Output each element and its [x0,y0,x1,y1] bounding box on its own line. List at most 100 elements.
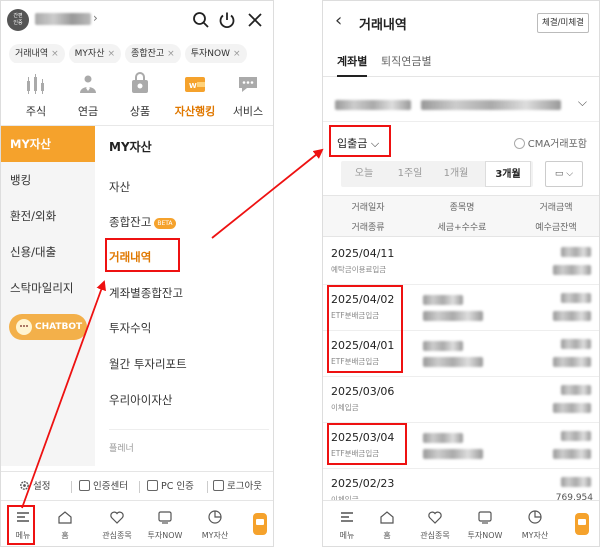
heart-icon [110,511,124,524]
col-fee: 세금+수수료 [437,223,487,233]
amount-blurred [561,477,591,487]
tab-my-assets[interactable]: MY자산 [193,507,237,543]
close-icon[interactable]: × [51,49,59,59]
row-date: 2025/02/23 [331,477,395,490]
period-1month[interactable]: 1개월 [433,161,479,187]
close-icon[interactable]: × [167,49,175,59]
cert-icon [79,480,90,491]
amount-blurred [561,293,591,303]
chatbot-icon [16,319,32,335]
back-icon[interactable]: ‹ [335,10,342,31]
period-3months[interactable]: 3개월 [485,161,531,187]
category-pension[interactable]: 연금 [61,69,115,121]
menu-item-planner[interactable]: 플레너 [109,441,134,454]
category-label: 주식 [25,105,47,118]
close-icon[interactable]: × [233,49,241,59]
chatbot-button[interactable]: CHATBOT [9,314,87,340]
chip[interactable]: 종합잔고 × [125,44,181,63]
close-icon[interactable]: × [108,49,116,59]
tab-by-pension[interactable]: 퇴직연금별 [381,53,432,77]
highlight-box [327,423,407,465]
item-blurred [423,341,463,351]
category-stock[interactable]: 주식 [9,69,63,121]
category-product[interactable]: 상품 [113,69,167,121]
home-icon [58,511,72,524]
tab-watchlist[interactable]: 관심종목 [95,507,139,543]
category-label: 상품 [129,105,151,118]
chip-label: 종합잔고 [131,49,165,59]
chevron-down-icon[interactable]: ⌵ [578,95,587,110]
period-1week[interactable]: 1주일 [387,161,433,187]
highlight-box [7,505,35,545]
sidebar-item-my-assets[interactable]: MY자산 [1,126,95,162]
tab-home[interactable]: 홈 [43,507,87,543]
tab-my-assets[interactable]: MY자산 [513,507,557,543]
chip[interactable]: 투자NOW × [184,44,247,63]
chip[interactable]: 거래내역 × [9,44,65,63]
tab-label: 홈 [61,531,69,540]
menu-item-account-balance[interactable]: 계좌별종합잔고 [109,283,183,303]
type-dropdown[interactable]: 입출금 ⌵ [337,135,379,151]
sidebar-item-stock-mileage[interactable]: 스탁마일리지 [1,270,95,306]
chevron-right-icon[interactable]: › [93,11,98,25]
user-name-blurred[interactable] [35,13,91,25]
fee-blurred [423,311,483,321]
cert-center-link[interactable]: 인증센터 [79,479,128,495]
sidebar: MY자산 뱅킹 환전/외화 신용/대출 스탁마일리지 CHATBOT [1,126,95,466]
pie-icon [208,510,222,524]
category-label: 서비스 [232,105,264,118]
calendar-icon[interactable]: ▭ ⌵ [545,161,583,187]
power-icon[interactable] [217,10,237,30]
svg-text:W: W [189,82,197,90]
pie-icon [528,510,542,524]
monitor-icon [147,480,158,491]
tab-invest-now[interactable]: 투자NOW [463,507,507,543]
logout-link[interactable]: 로그아웃 [213,479,262,495]
cma-toggle[interactable]: CMA거래포함 [513,135,587,150]
menu-item-kids-assets[interactable]: 우리아이자산 [109,390,172,410]
close-icon[interactable] [245,10,265,30]
cma-label: CMA거래포함 [527,139,587,150]
sidebar-item-credit[interactable]: 신용/대출 [1,234,95,270]
period-today[interactable]: 오늘 [341,161,387,187]
quick-action-button[interactable] [253,513,267,535]
executed-button[interactable]: 체결/미체결 [537,13,589,33]
tab-by-account[interactable]: 계좌별 [337,53,368,77]
tab-bar: 계좌별 퇴직연금별 [323,45,599,77]
category-label: 연금 [77,105,99,118]
col-item: 종목명 [449,203,475,213]
chip[interactable]: MY자산 × [68,44,122,63]
tab-home[interactable]: 홈 [365,507,409,543]
home-icon [380,511,394,524]
row-type: 이체입금 [331,403,359,412]
account-number-blurred [335,100,411,110]
col-amount: 거래금액 [539,203,573,213]
category-service[interactable]: 서비스 [221,69,273,121]
divider [323,121,599,122]
col-balance: 예수금잔액 [535,223,577,233]
account-selector[interactable]: ⌵ [335,95,589,115]
tab-menu[interactable]: 메뉴 [325,507,369,543]
left-screen: 간편 인증 › 거래내역 × MY자산 × 종합잔고 × 투자NOW × 주식 연금 상품 W … [0,0,274,547]
tab-label: MY자산 [521,531,549,540]
avatar-text: 간편 [13,13,23,19]
pc-cert-link[interactable]: PC 인증 [147,479,194,495]
settings-link[interactable]: 설정 [19,479,50,495]
menu-item-total-balance[interactable]: 종합잔고 BETA [109,212,176,232]
col-date: 거래일자 [351,203,385,213]
tab-watchlist[interactable]: 관심종목 [413,507,457,543]
category-asset-banking[interactable]: W 자산행킹 [165,69,225,121]
quick-action-button[interactable] [575,513,589,535]
sidebar-item-banking[interactable]: 뱅킹 [1,162,95,198]
menu-item-assets[interactable]: 자산 [109,177,130,197]
avatar[interactable]: 간편 인증 [7,9,29,31]
divider [71,481,72,493]
sidebar-item-exchange[interactable]: 환전/외화 [1,198,95,234]
search-icon[interactable] [191,10,211,30]
tab-invest-now[interactable]: 투자NOW [143,507,187,543]
chip-label: MY자산 [74,49,105,59]
table-row[interactable]: 2025/03/06 이체입금 [323,377,599,423]
table-row[interactable]: 2025/04/11 예탁금이용료입금 [323,239,599,285]
menu-item-monthly-report[interactable]: 월간 투자리포트 [109,354,187,374]
menu-item-investment-return[interactable]: 투자수익 [109,318,151,338]
